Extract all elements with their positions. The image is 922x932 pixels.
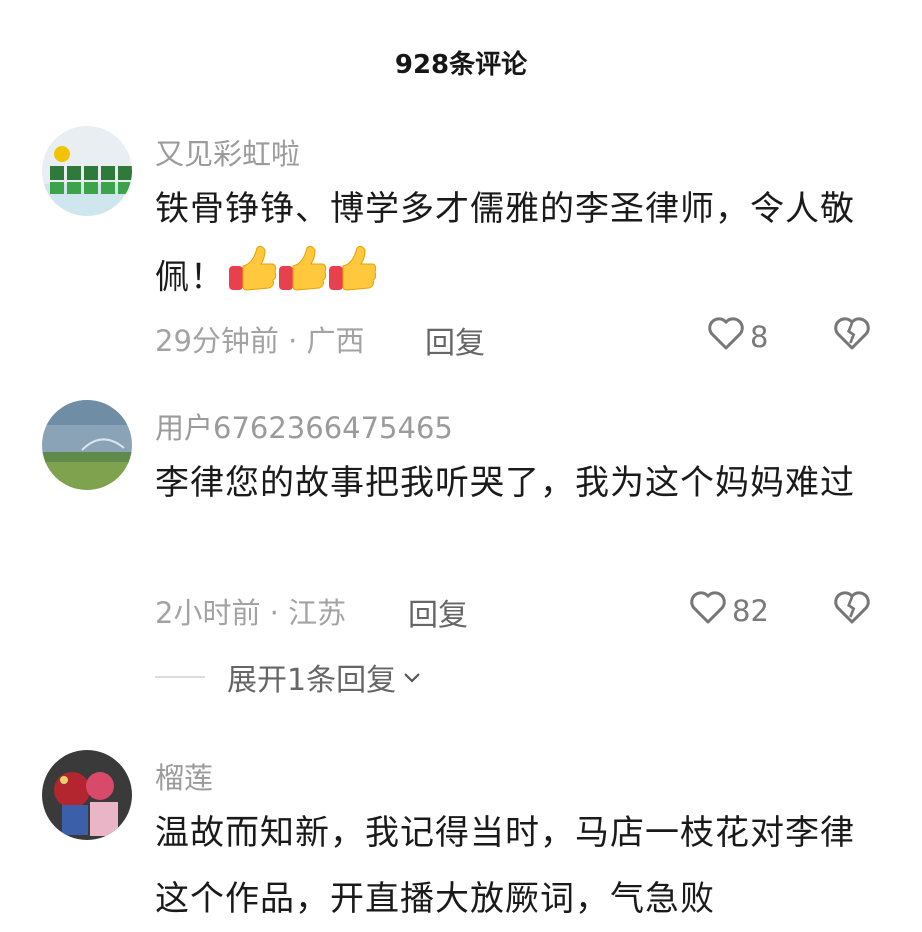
comments-count-title: 928条评论 xyxy=(394,50,528,80)
comment-username[interactable]: 用户6762366475465 xyxy=(155,405,453,447)
avatar[interactable] xyxy=(42,750,132,840)
reply-button[interactable]: 回复 xyxy=(408,590,468,634)
divider xyxy=(155,676,205,678)
heart-outline-icon xyxy=(688,588,728,633)
dislike-button[interactable] xyxy=(832,588,872,630)
comment-username[interactable]: 榴莲 xyxy=(155,755,213,797)
comment-text: 温故而知新，我记得当时，马店一枝花对李律这个作品，开直播大放厥词，气急败 xyxy=(155,813,855,919)
comment-text: 李律您的故事把我听哭了，我为这个妈妈难过 xyxy=(155,463,855,503)
chevron-down-icon xyxy=(402,670,422,684)
heart-outline-icon xyxy=(706,314,746,359)
broken-heart-icon xyxy=(832,591,872,630)
like-button[interactable]: 8 xyxy=(706,314,768,359)
comment-meta: 29分钟前 · 广西 xyxy=(155,324,365,358)
comment-text-wrapper: 铁骨铮铮、博学多才儒雅的李圣律师，令人敬佩！ xyxy=(155,176,855,316)
like-count: 82 xyxy=(732,593,769,628)
like-button[interactable]: 82 xyxy=(688,588,769,633)
expand-replies-label: 展开1条回复 xyxy=(227,663,397,698)
reply-button[interactable]: 回复 xyxy=(425,318,485,362)
thumbs-up-emoji xyxy=(227,242,377,316)
expand-replies-button[interactable]: 展开1条回复 xyxy=(155,655,422,699)
comment-username[interactable]: 又见彩虹啦 xyxy=(155,131,300,173)
avatar[interactable] xyxy=(42,400,132,490)
avatar[interactable] xyxy=(42,126,132,216)
like-count: 8 xyxy=(750,319,769,354)
dislike-button[interactable] xyxy=(832,314,872,356)
comment-meta: 2小时前 · 江苏 xyxy=(155,596,347,630)
broken-heart-icon xyxy=(832,317,872,356)
